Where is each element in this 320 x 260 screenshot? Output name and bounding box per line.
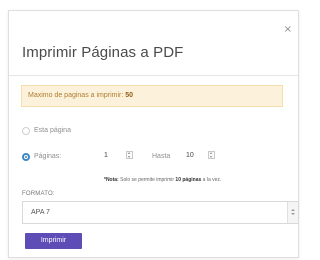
to-label: Hasta — [152, 153, 171, 160]
page-from-input[interactable]: 1 — [104, 152, 108, 159]
radio-unchecked-icon[interactable] — [22, 127, 30, 135]
select-arrows-icon[interactable] — [287, 202, 298, 223]
note-text-before: Solo se permite imprimir — [118, 177, 176, 183]
print-button[interactable]: Imprimir — [25, 233, 82, 249]
print-pages-dialog: × Imprimir Páginas a PDF Maximo de pagin… — [8, 10, 299, 258]
note-text-after: a la vez. — [201, 177, 222, 183]
alert-max-value: 50 — [125, 92, 134, 99]
format-select[interactable]: APA 7 — [22, 201, 299, 224]
print-pages-modal-screen: × Imprimir Páginas a PDF Maximo de pagin… — [0, 0, 302, 260]
dialog-title: Imprimir Páginas a PDF — [22, 44, 184, 61]
header-divider — [9, 75, 298, 76]
spinner-arrows-icon[interactable] — [208, 151, 215, 159]
alert-text: Maximo de paginas a imprimir: — [28, 92, 126, 99]
close-icon[interactable]: × — [284, 25, 292, 35]
this-page-option-label[interactable]: Esta página — [34, 127, 71, 134]
format-label: FORMATO: — [22, 191, 55, 197]
max-pages-alert: Maximo de paginas a imprimir: 50 — [21, 85, 283, 107]
note-page-count: 10 páginas — [175, 177, 202, 183]
radio-checked-icon[interactable] — [22, 153, 30, 161]
note-prefix: *Nota: — [104, 177, 119, 183]
spinner-arrows-icon[interactable] — [126, 151, 133, 159]
format-selected-value: APA 7 — [31, 209, 50, 216]
page-to-input[interactable]: 10 — [186, 152, 194, 159]
print-note: *Nota: Solo se permite imprimir 10 págin… — [104, 177, 221, 183]
pages-option-label[interactable]: Páginas: — [34, 153, 61, 160]
